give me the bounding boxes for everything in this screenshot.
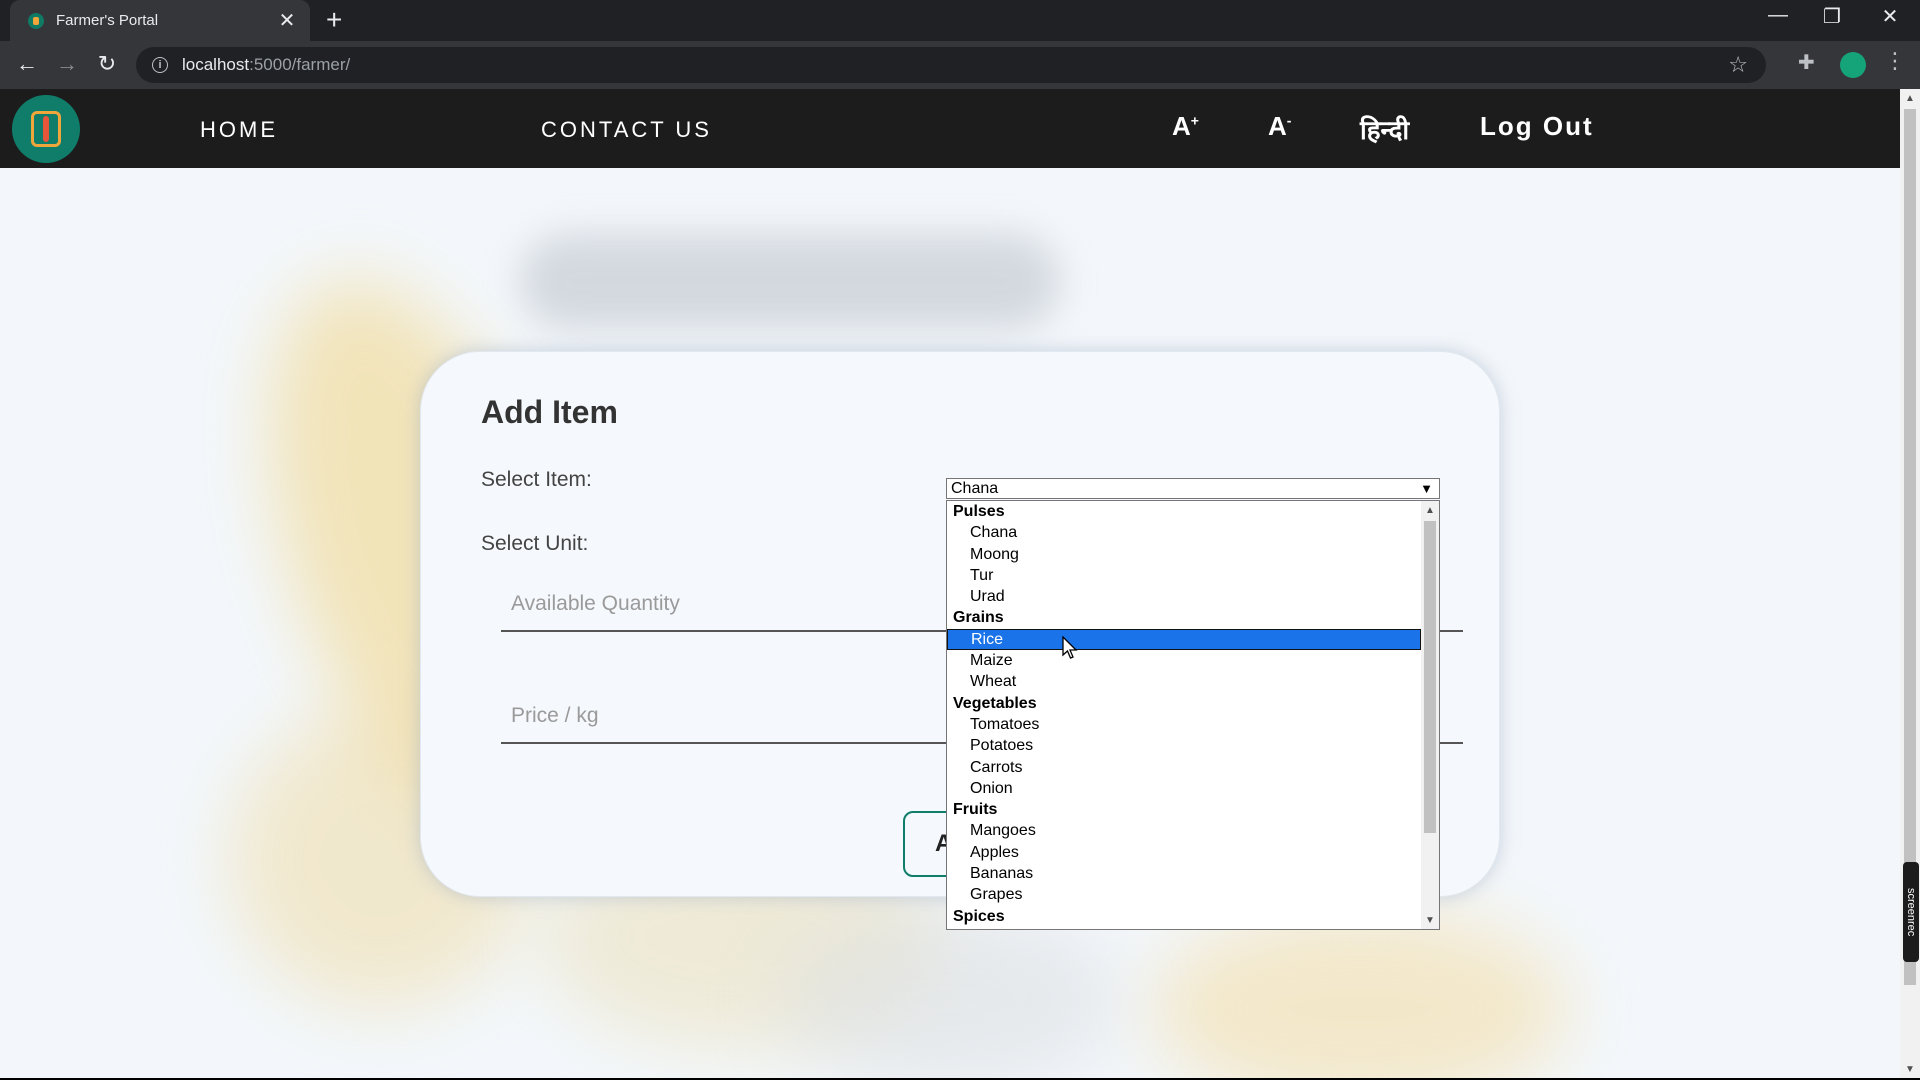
dropdown-option[interactable]: Tur <box>947 565 1421 586</box>
dropdown-option[interactable]: Apples <box>947 842 1421 863</box>
tab-favicon-icon <box>28 12 44 29</box>
window-close-icon[interactable]: ✕ <box>1870 4 1910 29</box>
select-unit-label: Select Unit: <box>481 532 589 555</box>
forward-arrow-icon[interactable]: → <box>52 51 82 77</box>
item-select[interactable]: Chana ▼ <box>946 478 1440 499</box>
reload-icon[interactable]: ↻ <box>92 51 122 77</box>
dropdown-option[interactable]: Tomatoes <box>947 714 1421 735</box>
restore-icon[interactable]: ❐ <box>1812 4 1852 29</box>
nav-home-link[interactable]: HOME <box>200 117 278 143</box>
back-arrow-icon[interactable]: ← <box>12 51 42 77</box>
page-scroll-thumb[interactable] <box>1904 109 1916 985</box>
dropdown-option[interactable]: Onion <box>947 778 1421 799</box>
url-text: localhost:5000/farmer/ <box>182 55 351 74</box>
tab-title: Farmer's Portal <box>56 12 159 29</box>
page-viewport: HOME CONTACT US A+ A- हिन्दी Log Out Add… <box>0 89 1900 1080</box>
optgroup-label: Grains <box>953 609 1004 627</box>
scroll-up-icon[interactable]: ▲ <box>1425 505 1435 516</box>
dropdown-option[interactable]: Maize <box>947 650 1421 671</box>
dropdown-options: Pulses Chana Moong Tur Urad Grains Rice Maize Wh… <box>947 501 1421 927</box>
dropdown-option[interactable]: Chana <box>947 522 1421 543</box>
dropdown-option[interactable]: Moong <box>947 544 1421 565</box>
browser-toolbar: ← → ↻ i localhost:5000/farmer/ ☆ <box>0 41 1920 89</box>
browser-tab-bar: Farmer's Portal ✕ + — ❐ ✕ <box>0 0 1920 41</box>
screenrec-watermark: screenrec <box>1903 862 1919 962</box>
extensions-puzzle-icon[interactable]: ✚ <box>1798 50 1815 75</box>
background-blob <box>1150 909 1570 1080</box>
background-blob <box>780 909 1120 1080</box>
chevron-down-icon: ▼ <box>1420 481 1433 496</box>
page-scroll-up-icon[interactable]: ▲ <box>1905 93 1915 104</box>
scroll-down-icon[interactable]: ▼ <box>1425 915 1435 926</box>
font-increase-button[interactable]: A+ <box>1172 111 1199 142</box>
browser-tab[interactable]: Farmer's Portal ✕ <box>10 0 310 41</box>
page-scroll-down-icon[interactable]: ▼ <box>1905 1064 1915 1075</box>
dropdown-option[interactable]: Grapes <box>947 884 1421 905</box>
optgroup-label: Spices <box>953 907 1005 925</box>
dropdown-option[interactable]: Urad <box>947 586 1421 607</box>
dropdown-option[interactable]: Wheat <box>947 671 1421 692</box>
bookmark-star-icon[interactable]: ☆ <box>1728 52 1748 78</box>
tab-close-icon[interactable]: ✕ <box>276 8 298 33</box>
dropdown-scrollbar[interactable]: ▲ ▼ <box>1421 501 1439 929</box>
minimize-icon[interactable]: — <box>1758 4 1798 27</box>
item-select-value: Chana <box>951 480 999 497</box>
profile-avatar[interactable] <box>1840 52 1866 78</box>
address-bar[interactable]: i localhost:5000/farmer/ ☆ <box>136 47 1766 83</box>
site-navbar: HOME CONTACT US A+ A- हिन्दी Log Out <box>0 89 1900 168</box>
optgroup-label: Fruits <box>953 801 998 819</box>
font-decrease-button[interactable]: A- <box>1268 111 1291 142</box>
new-tab-button[interactable]: + <box>326 6 342 34</box>
dropdown-option[interactable]: Potatoes <box>947 735 1421 756</box>
dropdown-option[interactable]: Carrots <box>947 757 1421 778</box>
dropdown-option[interactable]: Mangoes <box>947 820 1421 841</box>
blurred-heading <box>520 234 1060 329</box>
nav-contact-link[interactable]: CONTACT US <box>541 117 712 143</box>
site-info-icon[interactable]: i <box>152 57 168 73</box>
browser-menu-icon[interactable]: ⋮ <box>1884 48 1906 74</box>
dropdown-option[interactable]: Rice <box>947 628 1421 651</box>
item-select-dropdown[interactable]: Pulses Chana Moong Tur Urad Grains Rice Maize Wh… <box>946 500 1440 930</box>
logout-button[interactable]: Log Out <box>1480 111 1594 142</box>
dropdown-scroll-thumb[interactable] <box>1424 521 1436 833</box>
select-item-label: Select Item: <box>481 468 592 491</box>
form-title: Add Item <box>481 394 618 430</box>
dropdown-option[interactable]: Bananas <box>947 863 1421 884</box>
language-toggle-button[interactable]: हिन्दी <box>1360 111 1409 147</box>
optgroup-label: Vegetables <box>953 694 1037 712</box>
farm-logo-icon[interactable] <box>12 95 80 163</box>
optgroup-label: Pulses <box>953 503 1005 520</box>
